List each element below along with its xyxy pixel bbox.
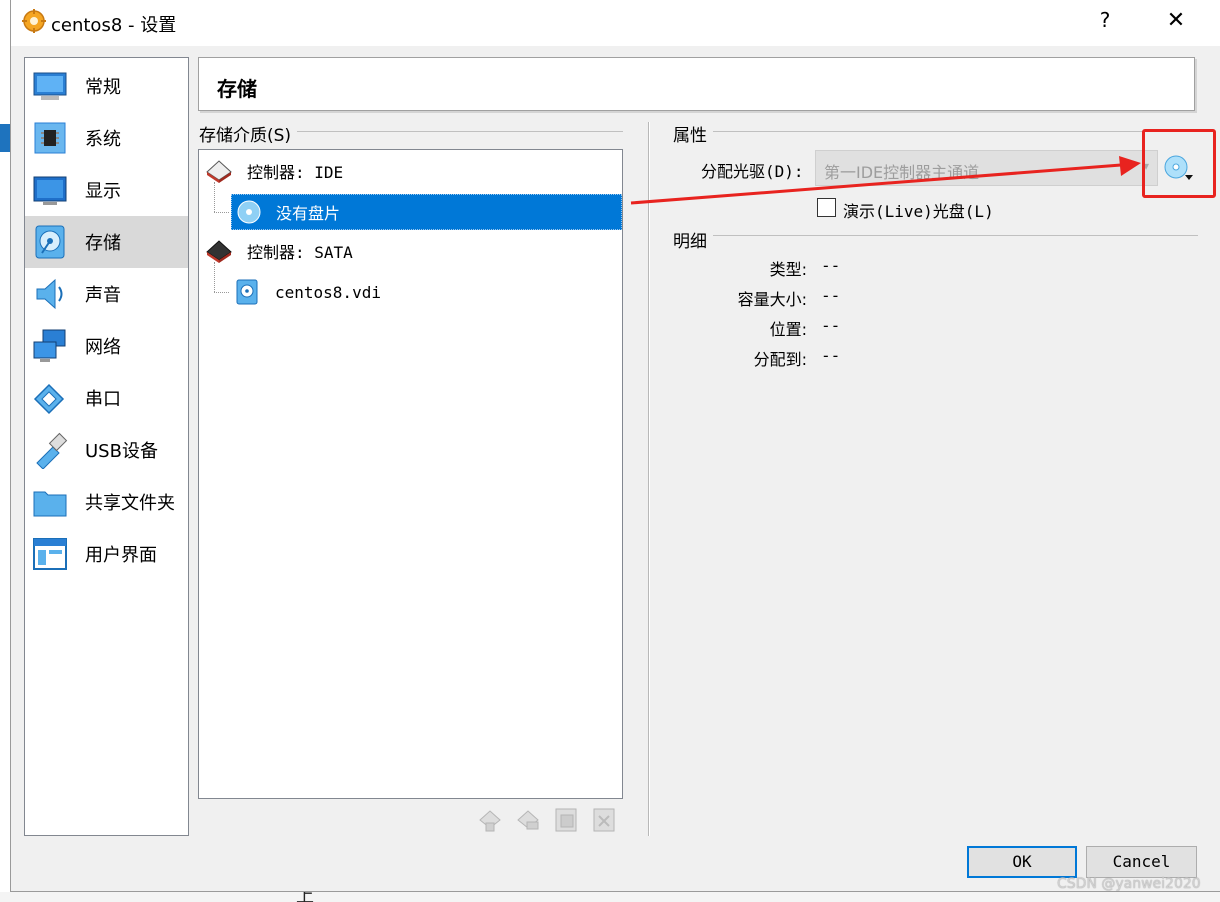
sidebar-item-label: 串口 (85, 389, 121, 410)
tree-connector (214, 212, 229, 213)
serial-port-icon (33, 383, 65, 415)
sata-controller-icon (206, 240, 232, 263)
sidebar-item-label: 常规 (85, 77, 121, 98)
tree-connector (214, 262, 215, 292)
settings-dialog: centos8 - 设置 ? ✕ 常规 系统 显示 存储 声音 网络 串口 US… (10, 0, 1220, 892)
sidebar-item-label: 声音 (85, 285, 121, 306)
tree-item-empty-disc[interactable]: 没有盘片 (231, 194, 622, 230)
add-controller-icon[interactable] (477, 807, 503, 833)
sidebar-item-label: 网络 (85, 337, 121, 358)
tree-connector (214, 182, 215, 212)
tree-connector (214, 292, 229, 293)
user-interface-icon (33, 538, 67, 570)
system-chip-icon (34, 122, 66, 154)
settings-sidebar: 常规 系统 显示 存储 声音 网络 串口 USB设备 共享文件夹 用户界面 (24, 57, 189, 836)
close-button[interactable]: ✕ (1161, 8, 1191, 38)
remove-attachment-icon[interactable] (591, 807, 617, 833)
add-attachment-icon[interactable] (553, 807, 579, 833)
sidebar-item-display[interactable]: 显示 (25, 164, 188, 216)
sidebar-item-label: 共享文件夹 (85, 493, 175, 514)
sidebar-item-shared-folders[interactable]: 共享文件夹 (25, 476, 188, 528)
tree-item-ide-controller[interactable]: 控制器: IDE (205, 156, 343, 186)
sidebar-item-label: USB设备 (85, 441, 158, 462)
tree-item-label: centos8.vdi (275, 282, 381, 302)
network-icon (33, 329, 66, 362)
group-divider (675, 235, 1198, 236)
detail-location-key: 位置: (769, 320, 807, 339)
storage-media-label: 存储介质(S) (199, 121, 298, 146)
group-divider (675, 131, 1198, 132)
hard-disk-icon (236, 279, 258, 305)
title-bar: centos8 - 设置 ? ✕ (11, 0, 1220, 46)
page-title: 存储 (217, 77, 257, 101)
tree-item-label: 控制器: IDE (247, 163, 344, 182)
panel-splitter[interactable] (648, 122, 650, 836)
details-label: 明细 (673, 227, 713, 252)
help-button[interactable]: ? (1093, 8, 1117, 38)
shared-folder-icon (33, 491, 67, 517)
sidebar-item-label: 用户界面 (85, 545, 157, 566)
detail-size-key: 容量大小: (737, 290, 807, 309)
sidebar-item-serial[interactable]: 串口 (25, 372, 188, 424)
usb-icon (36, 432, 68, 469)
desktop-background-left (0, 0, 10, 902)
virtualbox-settings-icon (22, 9, 46, 33)
general-icon (33, 72, 67, 100)
sidebar-item-label: 存储 (85, 233, 121, 254)
page-header: 存储 (198, 57, 1195, 111)
tree-item-label: 没有盘片 (276, 204, 341, 223)
sidebar-item-general[interactable]: 常规 (25, 60, 188, 112)
ide-controller-icon (206, 160, 232, 183)
sidebar-item-user-interface[interactable]: 用户界面 (25, 528, 188, 580)
ok-button[interactable]: OK (967, 846, 1077, 878)
sidebar-item-label: 系统 (85, 129, 121, 150)
detail-size-value: -- (821, 286, 841, 305)
sidebar-item-network[interactable]: 网络 (25, 320, 188, 372)
annotation-arrow (630, 156, 1141, 205)
window-title: centos8 - 设置 (51, 15, 177, 36)
sidebar-item-storage[interactable]: 存储 (25, 216, 188, 268)
sidebar-item-label: 显示 (85, 181, 121, 202)
annotation-highlight-box (1142, 129, 1216, 198)
tree-item-sata-controller[interactable]: 控制器: SATA (205, 236, 353, 266)
detail-type-key: 类型: (769, 260, 807, 279)
tree-item-hard-disk[interactable]: centos8.vdi (235, 276, 381, 308)
detail-location-value: -- (821, 316, 841, 335)
detail-attached-key: 分配到: (753, 350, 807, 369)
sidebar-item-system[interactable]: 系统 (25, 112, 188, 164)
watermark: CSDN @yanwei2020 (1057, 876, 1201, 892)
storage-tree[interactable]: 控制器: IDE 没有盘片 控制器: SATA centos8.vdi (198, 149, 623, 799)
detail-type-value: -- (821, 256, 841, 275)
properties-label: 属性 (673, 121, 713, 146)
storage-disk-icon (35, 225, 65, 259)
optical-disc-icon (237, 200, 261, 224)
detail-attached-value: -- (821, 346, 841, 365)
display-monitor-icon (33, 176, 67, 205)
remove-controller-icon[interactable] (515, 807, 541, 833)
sidebar-item-usb[interactable]: USB设备 (25, 424, 188, 476)
desktop-background-bottom (0, 892, 1220, 902)
audio-speaker-icon (36, 278, 63, 310)
tree-item-label: 控制器: SATA (247, 243, 353, 262)
sidebar-item-audio[interactable]: 声音 (25, 268, 188, 320)
cancel-button[interactable]: Cancel (1086, 846, 1197, 878)
